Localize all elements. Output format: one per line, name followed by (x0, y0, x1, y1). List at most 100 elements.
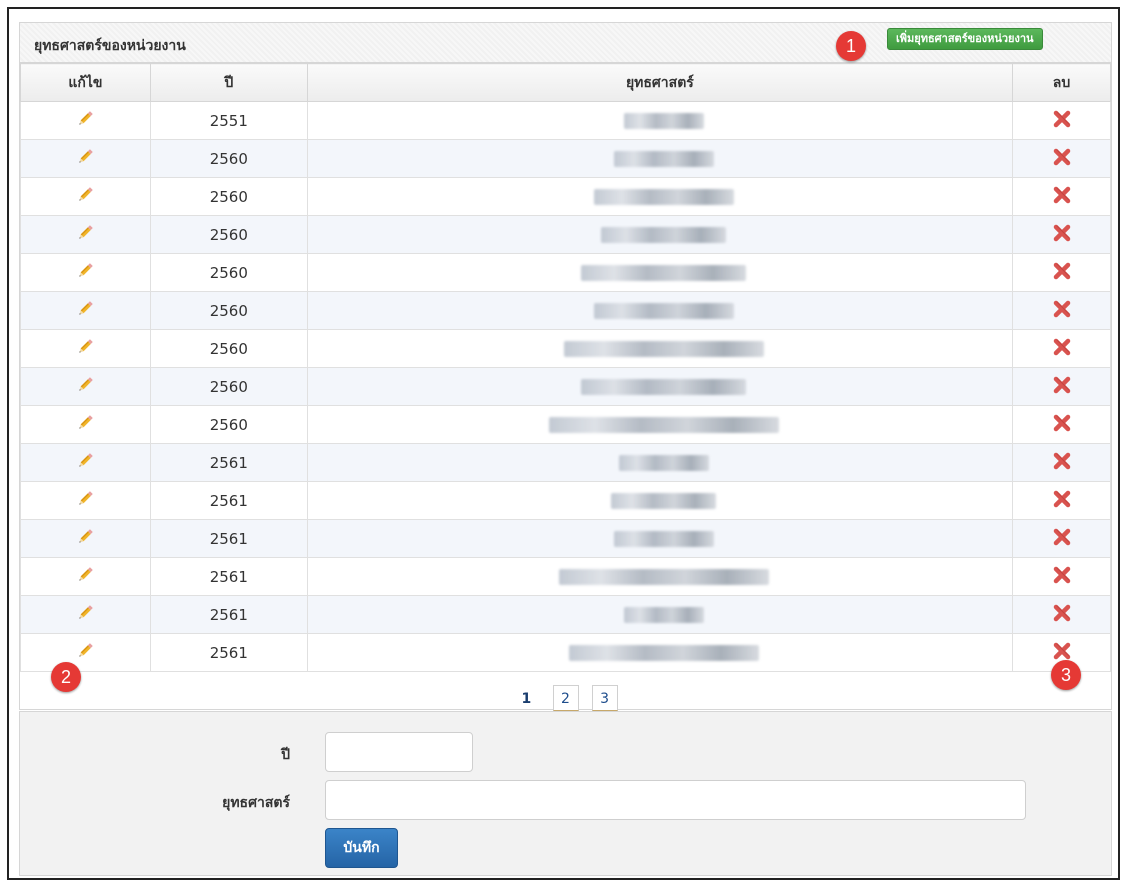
delete-cell (1012, 481, 1111, 520)
delete-x-icon[interactable] (1052, 489, 1072, 513)
delete-x-icon[interactable] (1052, 375, 1072, 399)
pencil-icon[interactable] (75, 565, 95, 589)
table-body: 2551 2560 2560 2560 2560 2560 2560 2560 2560 2561… (20, 101, 1111, 672)
page-1[interactable]: 1 (513, 686, 539, 712)
delete-cell (1012, 253, 1111, 292)
strategy-cell (306, 139, 1014, 178)
table-row: 2551 (20, 101, 1111, 140)
app-frame: ยุทธศาสตร์ของหน่วยงาน เพิ่มยุทธศาสตร์ของ… (7, 7, 1120, 880)
delete-x-icon[interactable] (1052, 527, 1072, 551)
delete-x-icon[interactable] (1052, 603, 1072, 627)
delete-x-icon[interactable] (1052, 147, 1072, 171)
pencil-icon[interactable] (75, 603, 95, 627)
delete-cell (1012, 139, 1111, 178)
strategy-cell (306, 291, 1014, 330)
pencil-icon[interactable] (75, 527, 95, 551)
redacted-strategy-text (601, 227, 727, 243)
redacted-strategy-text (568, 645, 759, 661)
annotation-marker-1: 1 (836, 31, 866, 61)
redacted-strategy-text (581, 379, 747, 395)
strategy-cell (306, 405, 1014, 444)
table-row: 2560 (20, 405, 1111, 444)
redacted-strategy-text (618, 455, 709, 471)
edit-cell (20, 481, 151, 520)
pencil-icon[interactable] (75, 375, 95, 399)
pencil-icon[interactable] (75, 451, 95, 475)
strategy-cell (306, 367, 1014, 406)
delete-x-icon[interactable] (1052, 223, 1072, 247)
delete-x-icon[interactable] (1052, 299, 1072, 323)
redacted-strategy-text (613, 151, 714, 167)
pencil-icon[interactable] (75, 261, 95, 285)
strategy-panel: ยุทธศาสตร์ของหน่วยงาน เพิ่มยุทธศาสตร์ของ… (19, 22, 1112, 711)
delete-x-icon[interactable] (1052, 565, 1072, 589)
delete-x-icon[interactable] (1052, 451, 1072, 475)
header-strategy: ยุทธศาสตร์ (306, 63, 1014, 102)
edit-cell (20, 291, 151, 330)
year-cell: 2551 (149, 101, 308, 140)
table-row: 2560 (20, 139, 1111, 178)
delete-cell (1012, 405, 1111, 444)
strategy-input[interactable] (325, 780, 1026, 820)
strategy-cell (306, 633, 1014, 672)
page-2[interactable]: 2 (552, 685, 579, 711)
edit-cell (20, 405, 151, 444)
year-input[interactable] (325, 732, 473, 772)
edit-cell (20, 215, 151, 254)
delete-cell (1012, 367, 1111, 406)
redacted-strategy-text (613, 531, 714, 547)
year-cell: 2560 (149, 139, 308, 178)
edit-cell (20, 329, 151, 368)
table-row: 2561 (20, 519, 1111, 558)
redacted-strategy-text (611, 493, 717, 509)
edit-cell (20, 101, 151, 140)
year-cell: 2560 (149, 177, 308, 216)
page-3[interactable]: 3 (591, 685, 618, 711)
redacted-strategy-text (548, 417, 779, 433)
delete-x-icon[interactable] (1052, 109, 1072, 133)
edit-cell (20, 633, 151, 672)
panel-title: ยุทธศาสตร์ของหน่วยงาน (34, 38, 186, 54)
add-strategy-button[interactable]: เพิ่มยุทธศาสตร์ของหน่วยงาน (887, 28, 1043, 50)
delete-x-icon[interactable] (1052, 413, 1072, 437)
delete-x-icon[interactable] (1052, 337, 1072, 361)
annotation-marker-2: 2 (51, 662, 81, 692)
delete-cell (1012, 215, 1111, 254)
edit-cell (20, 443, 151, 482)
year-cell: 2561 (149, 633, 308, 672)
strategy-label: ยุทธศาสตร์ (222, 795, 290, 811)
save-button[interactable]: บันทึก (325, 828, 398, 868)
pencil-icon[interactable] (75, 109, 95, 133)
strategy-cell (306, 443, 1014, 482)
pencil-icon[interactable] (75, 299, 95, 323)
delete-cell (1012, 329, 1111, 368)
strategy-cell (306, 253, 1014, 292)
year-cell: 2561 (149, 595, 308, 634)
pencil-icon[interactable] (75, 223, 95, 247)
edit-cell (20, 253, 151, 292)
strategy-cell (306, 557, 1014, 596)
year-cell: 2561 (149, 443, 308, 482)
table-row: 2561 (20, 557, 1111, 596)
strategy-cell (306, 481, 1014, 520)
pagination: 1 2 3 (20, 685, 1111, 711)
delete-cell (1012, 101, 1111, 140)
header-delete: ลบ (1012, 63, 1111, 102)
table-row: 2560 (20, 291, 1111, 330)
pencil-icon[interactable] (75, 489, 95, 513)
pencil-icon[interactable] (75, 337, 95, 361)
delete-x-icon[interactable] (1052, 261, 1072, 285)
delete-x-icon[interactable] (1052, 185, 1072, 209)
year-cell: 2560 (149, 329, 308, 368)
table-row: 2561 (20, 481, 1111, 520)
pencil-icon[interactable] (75, 147, 95, 171)
redacted-strategy-text (581, 265, 747, 281)
edit-cell (20, 367, 151, 406)
delete-cell (1012, 595, 1111, 634)
delete-cell (1012, 519, 1111, 558)
pencil-icon[interactable] (75, 641, 95, 665)
redacted-strategy-text (593, 189, 734, 205)
strategy-cell (306, 595, 1014, 634)
pencil-icon[interactable] (75, 413, 95, 437)
pencil-icon[interactable] (75, 185, 95, 209)
